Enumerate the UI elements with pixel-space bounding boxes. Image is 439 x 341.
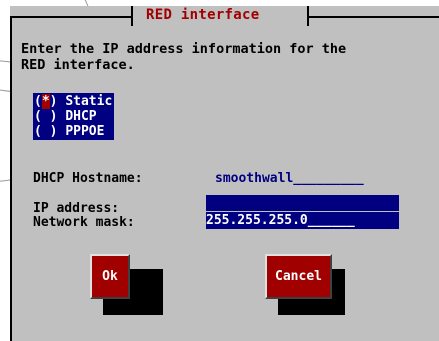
- title-separator-right: [307, 6, 309, 26]
- dhcp-hostname-label: DHCP Hostname:: [33, 171, 143, 186]
- network-mask-label: Network mask:: [33, 215, 135, 230]
- frame-top-right: [309, 16, 439, 18]
- ip-address-label: IP address:: [33, 201, 120, 216]
- ip-address-input[interactable]: [206, 195, 399, 211]
- ok-button-label: Ok: [102, 269, 118, 284]
- radio-label-pppoe: PPPOE: [65, 124, 105, 139]
- radio-open-bracket: (: [34, 109, 42, 124]
- radio-open-bracket: (: [34, 94, 42, 109]
- dhcp-hostname-input[interactable]: smoothwall_________: [215, 171, 364, 186]
- radio-option-static[interactable]: (*) Static: [34, 94, 112, 109]
- connection-type-radio-list[interactable]: (*) Static ( ) DHCP ( ) PPPOE: [33, 93, 115, 140]
- radio-close-bracket: ): [49, 124, 66, 139]
- dialog-title: RED interface: [146, 7, 260, 23]
- radio-close-bracket: ): [49, 109, 66, 124]
- title-separator-left: [131, 6, 133, 26]
- radio-mark-static: *: [41, 94, 50, 109]
- radio-open-bracket: (: [34, 124, 42, 139]
- radio-option-dhcp[interactable]: ( ) DHCP: [34, 109, 112, 124]
- radio-label-static: Static: [65, 94, 113, 109]
- radio-close-bracket: ): [49, 94, 66, 109]
- radio-label-dhcp: DHCP: [65, 109, 97, 124]
- cancel-button[interactable]: Cancel: [265, 254, 332, 299]
- dialog-prompt: Enter the IP address information for the…: [21, 41, 347, 73]
- frame-top-left: [10, 16, 132, 18]
- network-mask-input[interactable]: 255.255.255.0______: [206, 212, 399, 229]
- radio-mark-pppoe: [42, 124, 50, 139]
- cancel-button-label: Cancel: [275, 269, 322, 284]
- frame-left: [10, 16, 12, 341]
- ok-button[interactable]: Ok: [90, 254, 130, 299]
- radio-option-pppoe[interactable]: ( ) PPPOE: [34, 124, 112, 139]
- radio-mark-dhcp: [42, 109, 50, 124]
- red-interface-dialog: RED interface Enter the IP address infor…: [10, 6, 439, 341]
- screen: RED interface Enter the IP address infor…: [0, 0, 439, 341]
